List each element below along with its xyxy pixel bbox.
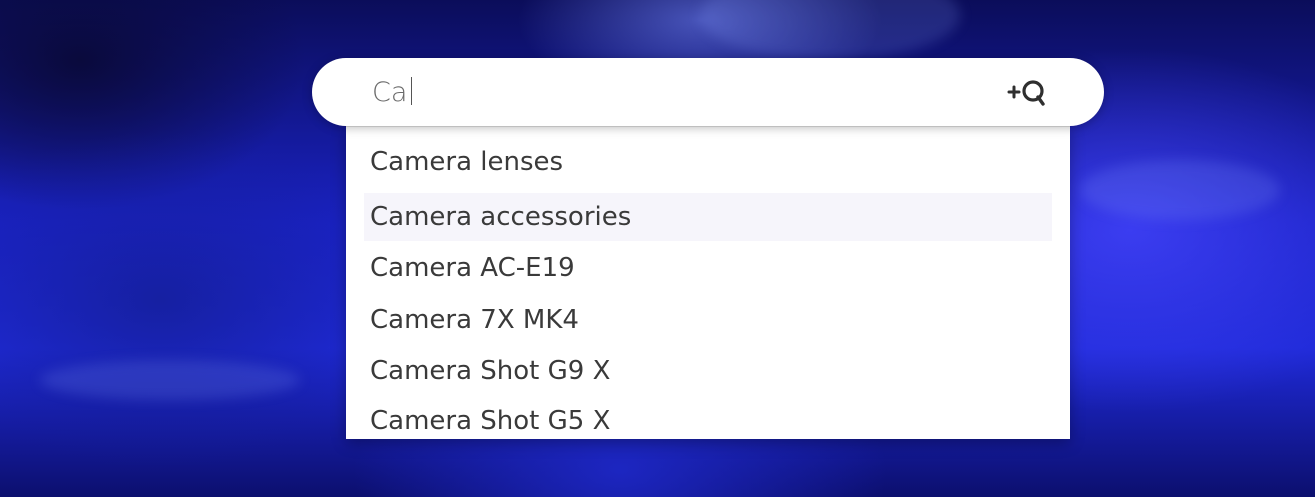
background-light-streak bbox=[1080, 160, 1280, 220]
text-caret bbox=[411, 77, 412, 105]
suggestion-item[interactable]: Camera Shot G9 X bbox=[364, 347, 1052, 395]
suggestion-item[interactable]: Camera lenses bbox=[364, 138, 1052, 186]
suggestion-item[interactable]: Camera Shot G5 X bbox=[364, 397, 1052, 439]
suggestion-dropdown: Camera lenses Camera accessories Camera … bbox=[346, 126, 1070, 439]
search-input[interactable] bbox=[372, 70, 932, 114]
search-bar bbox=[312, 58, 1104, 126]
background-light-streak bbox=[700, 0, 960, 60]
suggestion-item[interactable]: Camera AC-E19 bbox=[364, 244, 1052, 292]
suggestion-item[interactable]: Camera 7X MK4 bbox=[364, 296, 1052, 344]
add-search-icon[interactable] bbox=[1004, 76, 1050, 108]
background-light-streak bbox=[40, 360, 300, 400]
suggestion-item[interactable]: Camera accessories bbox=[364, 193, 1052, 241]
